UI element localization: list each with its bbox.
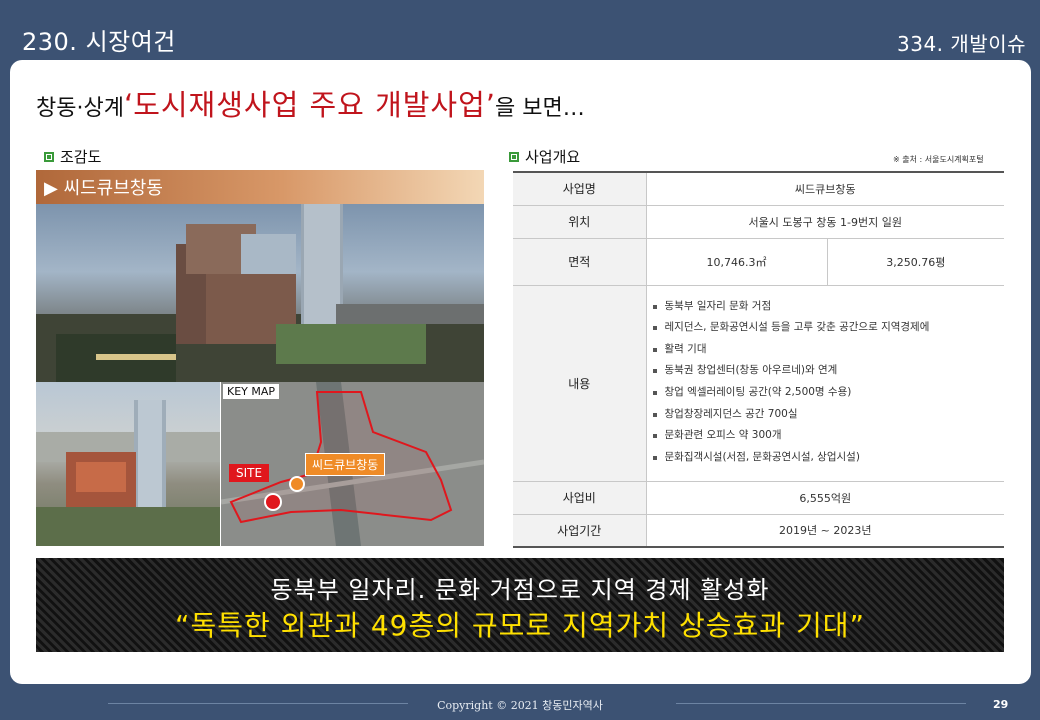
row-label: 사업비	[513, 481, 647, 515]
table-row: 내용 동북부 일자리 문화 거점 레지던스, 문화공연시설 등을 고루 갖춘 공…	[513, 285, 1004, 482]
project-overview-table: 사업명 씨드큐브창동 위치 서울시 도봉구 창동 1-9번지 일원 면적 10,…	[513, 171, 1004, 548]
headline-open-quote: ‘	[123, 88, 134, 122]
square-bullet-icon	[44, 151, 54, 162]
headline-suffix: 을 보면…	[495, 96, 585, 121]
top-bar: 230. 시장여건 334. 개발이슈	[0, 0, 1040, 58]
list-item: 문화집객시설(서점, 문화공연시설, 상업시설)	[651, 447, 997, 469]
table-row: 면적 10,746.3㎡ 3,250.76평	[513, 238, 1004, 286]
summary-box: 동북부 일자리. 문화 거점으로 지역 경제 활성화 “독특한 외관과 49층의…	[36, 558, 1004, 652]
subsection-title: 334. 개발이슈	[897, 32, 1026, 56]
list-item: 동북권 창업센터(창동 아우르네)와 연계	[651, 360, 997, 382]
row-value: 6,555억원	[646, 481, 1004, 515]
headline: 창동·상계‘도시재생사업 주요 개발사업’을 보면…	[36, 82, 585, 124]
row-value: 씨드큐브창동	[646, 171, 1004, 206]
row-label: 내용	[513, 285, 647, 482]
key-map-label: KEY MAP	[223, 384, 280, 399]
row-value: 2019년 ~ 2023년	[646, 514, 1004, 548]
content-list-cell: 동북부 일자리 문화 거점 레지던스, 문화공연시설 등을 고루 갖춘 공간으로…	[646, 285, 1004, 482]
source-note: ※ 출처 : 서울도시계획포털	[893, 155, 984, 164]
area-sqm: 10,746.3㎡	[646, 238, 828, 286]
copyright: Copyright © 2021 창동민자역사	[437, 699, 603, 712]
list-item-continued: 활력 기대	[651, 339, 997, 361]
aerial-view-label: 조감도	[44, 146, 101, 167]
headline-prefix: 창동·상계	[36, 96, 124, 121]
area-pyeong: 3,250.76평	[827, 238, 1004, 286]
row-label: 사업기간	[513, 514, 647, 548]
site-marker: SITE	[229, 464, 270, 482]
project-banner: ▶ 씨드큐브창동	[36, 170, 484, 204]
seed-cube-marker: 씨드큐브창동	[305, 453, 386, 476]
slide-card: 창동·상계‘도시재생사업 주요 개발사업’을 보면… 조감도 사업개요 ※ 출처…	[10, 60, 1031, 684]
table-row: 사업비 6,555억원	[513, 481, 1004, 515]
row-label: 위치	[513, 205, 647, 239]
list-item: 동북부 일자리 문화 거점	[651, 296, 997, 318]
list-item: 문화관련 오피스 약 300개	[651, 425, 997, 447]
key-map: KEY MAP SITE 씨드큐브창동	[221, 382, 484, 546]
headline-close-quote: ’	[485, 88, 496, 122]
summary-line-1: 동북부 일자리. 문화 거점으로 지역 경제 활성화	[270, 576, 770, 604]
summary-line-2: “독특한 외관과 49층의 규모로 지역가치 상승효과 기대”	[174, 609, 865, 642]
list-item: 창업 엑셀러레이팅 공간(약 2,500명 수용)	[651, 382, 997, 404]
rendering-main-image	[36, 204, 484, 382]
overview-label: 사업개요	[509, 146, 580, 167]
headline-highlight: 도시재생사업 주요 개발사업	[133, 88, 486, 122]
square-bullet-icon	[509, 151, 519, 162]
table-row: 위치 서울시 도봉구 창동 1-9번지 일원	[513, 205, 1004, 239]
rendering-side-image	[36, 382, 220, 546]
section-title: 230. 시장여건	[22, 28, 176, 56]
row-value: 서울시 도봉구 창동 1-9번지 일원	[646, 205, 1004, 239]
row-label: 사업명	[513, 171, 647, 206]
content-list: 동북부 일자리 문화 거점 레지던스, 문화공연시설 등을 고루 갖춘 공간으로…	[651, 296, 997, 469]
list-item: 창업창장레지던스 공간 700실	[651, 404, 997, 426]
row-label: 면적	[513, 238, 647, 286]
table-row: 사업명 씨드큐브창동	[513, 171, 1004, 206]
page-number: 29	[993, 698, 1009, 711]
list-item: 레지던스, 문화공연시설 등을 고루 갖춘 공간으로 지역경제에	[651, 317, 997, 339]
table-row: 사업기간 2019년 ~ 2023년	[513, 514, 1004, 548]
